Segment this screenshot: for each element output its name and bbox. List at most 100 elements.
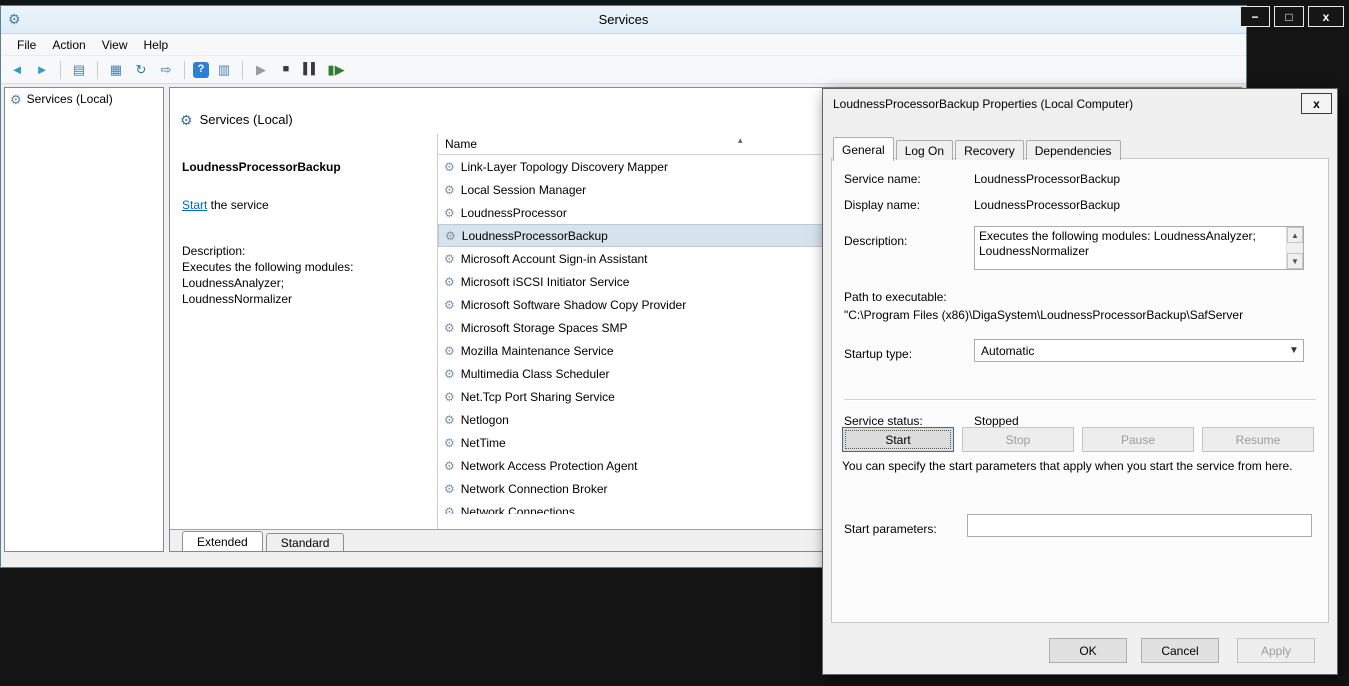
window-title: Services xyxy=(1,6,1246,34)
selected-service-name: LoudnessProcessorBackup xyxy=(182,160,341,174)
minimize-button[interactable]: − xyxy=(1240,6,1270,27)
tree-item-services-local[interactable]: ⚙ Services (Local) xyxy=(5,88,163,109)
dialog-tab[interactable]: Log On xyxy=(896,140,953,160)
view-tab[interactable]: Standard xyxy=(266,533,345,551)
forward-icon[interactable]: ► xyxy=(32,60,52,80)
service-row-name: Network Access Protection Agent xyxy=(461,459,638,473)
service-icon: ⚙ xyxy=(444,322,455,334)
service-icon: ⚙ xyxy=(444,368,455,380)
service-row-name: Microsoft Account Sign-in Assistant xyxy=(461,252,648,266)
service-row-name: Network Connection Broker xyxy=(461,482,608,496)
ok-button[interactable]: OK xyxy=(1049,638,1127,663)
extended-detail-pane: LoudnessProcessorBackup Start the servic… xyxy=(170,134,437,529)
service-name-value: LoudnessProcessorBackup xyxy=(974,172,1120,186)
description-label: Description: xyxy=(844,234,907,248)
service-row-name: NetTime xyxy=(461,436,506,450)
close-button[interactable]: x xyxy=(1308,6,1344,27)
description-line: LoudnessAnalyzer; xyxy=(182,276,427,290)
service-icon: ⚙ xyxy=(444,184,455,196)
startup-type-label: Startup type: xyxy=(844,347,912,361)
cancel-button[interactable]: Cancel xyxy=(1141,638,1219,663)
path-to-executable-label: Path to executable: xyxy=(844,290,947,304)
scroll-track[interactable] xyxy=(1287,243,1303,253)
refresh-icon[interactable]: ↻ xyxy=(131,60,151,80)
menu-action[interactable]: Action xyxy=(44,35,93,55)
properties-dialog: LoudnessProcessorBackup Properties (Loca… xyxy=(822,88,1338,675)
service-row-name: Multimedia Class Scheduler xyxy=(461,367,610,381)
restart-service-icon[interactable]: ▮▶ xyxy=(326,60,346,80)
path-to-executable-value: "C:\Program Files (x86)\DigaSystem\Loudn… xyxy=(844,308,1330,322)
start-parameters-input[interactable] xyxy=(967,514,1312,537)
service-icon: ⚙ xyxy=(444,506,455,515)
services-icon: ⚙ xyxy=(10,93,22,106)
snapin-title: Services (Local) xyxy=(200,112,293,127)
sort-ascending-icon: ▴ xyxy=(738,135,743,146)
scroll-up-icon[interactable]: ▲ xyxy=(1287,227,1303,243)
toolbar-separator xyxy=(97,61,98,79)
menubar: File Action View Help xyxy=(1,34,1246,56)
service-icon: ⚙ xyxy=(444,483,455,495)
service-icon: ⚙ xyxy=(444,345,455,357)
start-service-icon[interactable]: ▶ xyxy=(251,60,271,80)
dialog-tab[interactable]: Dependencies xyxy=(1026,140,1121,160)
action-pane-icon[interactable]: ▥ xyxy=(214,60,234,80)
dialog-tab[interactable]: General xyxy=(833,137,894,161)
start-parameters-help-text: You can specify the start parameters tha… xyxy=(842,459,1324,474)
service-icon: ⚙ xyxy=(445,230,456,242)
column-header-name[interactable]: Name xyxy=(445,137,477,151)
start-service-link[interactable]: Start xyxy=(182,198,207,212)
scroll-down-icon[interactable]: ▼ xyxy=(1287,253,1303,269)
description-text: Executes the following modules: Loudness… xyxy=(975,227,1286,269)
service-row-name: Netlogon xyxy=(461,413,509,427)
separator xyxy=(844,399,1316,401)
back-icon[interactable]: ◄ xyxy=(7,60,27,80)
dialog-close-button[interactable]: x xyxy=(1301,93,1332,114)
service-icon: ⚙ xyxy=(444,299,455,311)
description-line: Executes the following modules: xyxy=(182,260,427,274)
service-row-name: LoudnessProcessor xyxy=(461,206,567,220)
service-row-name: Net.Tcp Port Sharing Service xyxy=(461,390,615,404)
display-name-label: Display name: xyxy=(844,198,920,212)
start-service-suffix: the service xyxy=(207,198,268,212)
service-row-name: Link-Layer Topology Discovery Mapper xyxy=(461,160,668,174)
service-row-name: Local Session Manager xyxy=(461,183,586,197)
menu-file[interactable]: File xyxy=(9,35,44,55)
description-line: LoudnessNormalizer xyxy=(182,292,427,306)
services-icon: ⚙ xyxy=(180,113,193,127)
description-field[interactable]: Executes the following modules: Loudness… xyxy=(974,226,1304,270)
service-row-name: Microsoft Software Shadow Copy Provider xyxy=(461,298,686,312)
dialog-title: LoudnessProcessorBackup Properties (Loca… xyxy=(833,97,1133,111)
service-icon: ⚙ xyxy=(444,437,455,449)
stop-service-icon[interactable]: ■ xyxy=(276,60,296,80)
pause-service-icon[interactable]: ▌▌ xyxy=(301,60,321,80)
service-name-label: Service name: xyxy=(844,172,921,186)
menu-help[interactable]: Help xyxy=(136,35,177,55)
toolbar-separator xyxy=(242,61,243,79)
console-window-icon[interactable]: ▦ xyxy=(106,60,126,80)
help-icon[interactable]: ? xyxy=(193,62,209,78)
apply-button: Apply xyxy=(1237,638,1315,663)
description-scrollbar[interactable]: ▲ ▼ xyxy=(1286,227,1303,269)
console-tree-icon[interactable]: ▤ xyxy=(69,60,89,80)
export-list-icon[interactable]: ⇨ xyxy=(156,60,176,80)
service-row-name: Microsoft Storage Spaces SMP xyxy=(461,321,628,335)
maximize-button[interactable]: □ xyxy=(1274,6,1304,27)
dialog-tab[interactable]: Recovery xyxy=(955,140,1024,160)
toolbar-separator xyxy=(184,61,185,79)
startup-type-select[interactable]: Automatic ▼ xyxy=(974,339,1304,362)
menu-view[interactable]: View xyxy=(94,35,136,55)
service-icon: ⚙ xyxy=(444,391,455,403)
service-row-name: Network Connections xyxy=(461,505,575,515)
caption-buttons: − □ x xyxy=(1240,6,1344,27)
start-button[interactable]: Start xyxy=(842,427,954,452)
service-status-label: Service status: xyxy=(844,414,923,428)
service-icon: ⚙ xyxy=(444,414,455,426)
start-service-line: Start the service xyxy=(182,198,269,212)
start-parameters-label: Start parameters: xyxy=(844,522,937,536)
service-icon: ⚙ xyxy=(444,253,455,265)
toolbar-separator xyxy=(60,61,61,79)
service-icon: ⚙ xyxy=(444,161,455,173)
service-icon: ⚙ xyxy=(444,460,455,472)
pause-button: Pause xyxy=(1082,427,1194,452)
view-tab[interactable]: Extended xyxy=(182,531,263,552)
